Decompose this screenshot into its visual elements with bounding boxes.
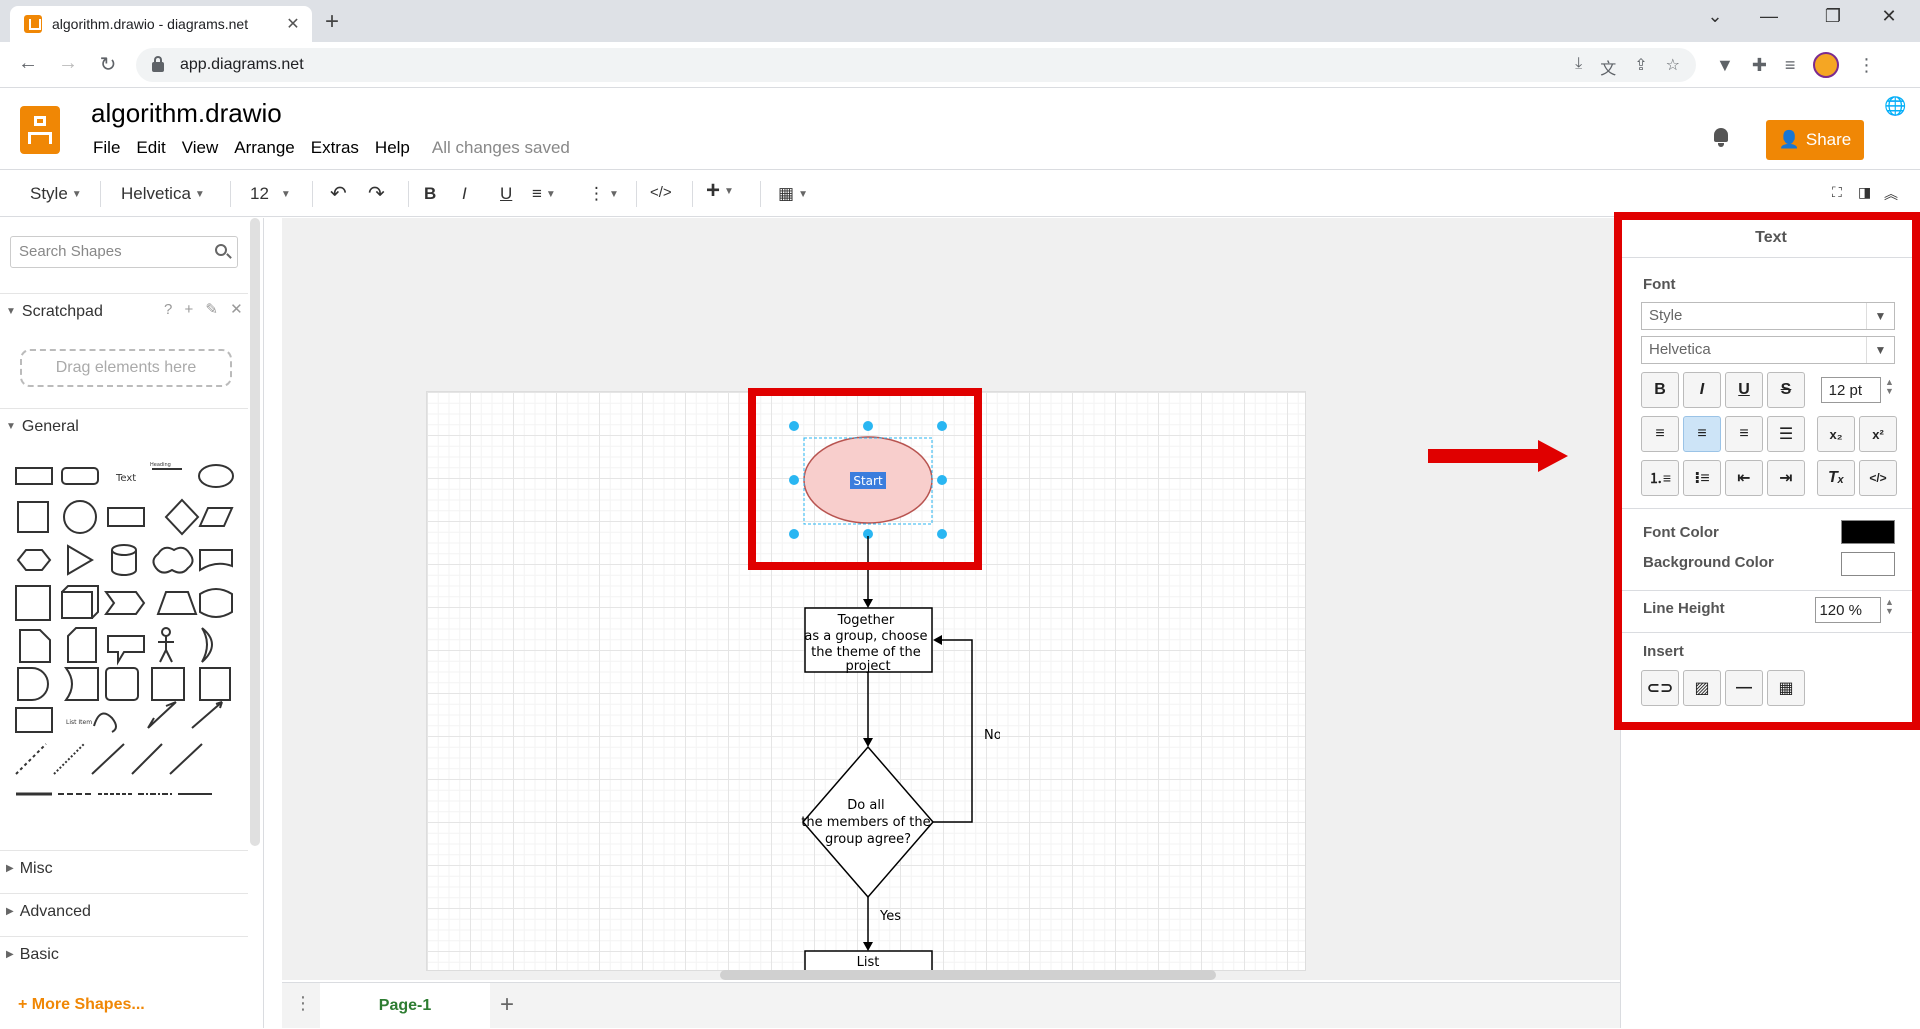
decision-line3[interactable]: group agree?: [825, 832, 911, 847]
share-button[interactable]: 👤 Share: [1766, 120, 1864, 160]
document-title[interactable]: algorithm.drawio: [91, 98, 282, 129]
highlight-start-shape: [748, 388, 982, 570]
save-status[interactable]: All changes saved: [424, 138, 578, 158]
general-shapes-palette[interactable]: Text Heading List Item: [12, 456, 242, 826]
shape-list-item-label: List Item: [66, 719, 92, 726]
back-icon[interactable]: ←: [14, 52, 42, 75]
undo-icon[interactable]: ↶: [330, 181, 347, 206]
page-tab-page-1[interactable]: Page-1: [320, 983, 490, 1029]
decision-line2[interactable]: the members of the: [801, 815, 930, 830]
menu-file[interactable]: File: [85, 138, 128, 158]
minimize-button[interactable]: —: [1746, 6, 1792, 27]
more-shapes-button[interactable]: + More Shapes...: [18, 996, 145, 1014]
forward-icon[interactable]: →: [54, 52, 82, 75]
redo-icon[interactable]: ↷: [368, 181, 385, 206]
format-panel-toggle-icon[interactable]: ◨: [1858, 184, 1871, 201]
scratchpad-dropzone[interactable]: Drag elements here: [20, 349, 232, 387]
pages-menu-icon[interactable]: ⋮: [294, 993, 312, 1014]
drawio-logo-icon[interactable]: [20, 106, 60, 154]
no-edge-label[interactable]: No: [984, 728, 1000, 743]
shape-text-label: Text: [115, 473, 136, 484]
html-code-button[interactable]: </>: [650, 184, 672, 201]
font-dropdown[interactable]: Helvetica ▼: [121, 184, 205, 204]
menu-extras[interactable]: Extras: [303, 138, 367, 158]
add-page-button[interactable]: +: [500, 991, 514, 1019]
restore-button[interactable]: ❐: [1810, 6, 1856, 27]
insert-dropdown[interactable]: + ▼: [706, 177, 734, 205]
search-shapes-input[interactable]: Search Shapes: [10, 236, 238, 268]
section-basic[interactable]: ▶ Basic: [0, 936, 248, 972]
step1-line3[interactable]: the theme of the: [811, 645, 921, 660]
step1-line1[interactable]: Together: [837, 613, 895, 628]
format-toolbar: Style ▼ Helvetica ▼ 12 ▼ ↶ ↷ B I U ≡ ▼ ⋮ ▼ </…: [0, 171, 1920, 217]
font-size-dropdown[interactable]: 12 ▼: [250, 184, 291, 204]
table-dropdown[interactable]: ▦ ▼: [778, 184, 808, 204]
scratchpad-tools[interactable]: ? + ✎ ✕: [164, 300, 247, 318]
profile-avatar[interactable]: [1813, 52, 1840, 78]
page-tab-bar: ⋮ Page-1 +: [282, 982, 1620, 1029]
new-tab-button[interactable]: +: [325, 8, 339, 36]
menu-edit[interactable]: Edit: [128, 138, 173, 158]
translate-icon[interactable]: 文: [1600, 55, 1616, 79]
annotation-arrow-head: [1538, 440, 1568, 472]
menu-help[interactable]: Help: [367, 138, 418, 158]
canvas-horizontal-scrollbar[interactable]: [720, 970, 1216, 980]
extension-v-icon[interactable]: ▼: [1716, 55, 1734, 76]
media-queue-icon[interactable]: ≡: [1785, 55, 1796, 76]
step1-line2[interactable]: as a group, choose: [804, 629, 927, 644]
section-general[interactable]: ▼ General: [0, 408, 248, 444]
url-text: app.diagrams.net: [180, 56, 304, 73]
decision-line1[interactable]: Do all: [847, 798, 884, 813]
bookmark-star-icon[interactable]: ☆: [1666, 55, 1680, 79]
shape-heading-label: Heading: [150, 462, 171, 468]
next-step-label[interactable]: List: [857, 955, 880, 970]
sidebar-scrollbar[interactable]: [250, 218, 260, 846]
lock-icon: [152, 56, 164, 72]
section-advanced[interactable]: ▶ Advanced: [0, 893, 248, 929]
tab-search-icon[interactable]: ⌄: [1692, 6, 1738, 27]
collapse-icon[interactable]: ︽: [1884, 184, 1898, 204]
share-label: Share: [1805, 130, 1852, 149]
format-more-dropdown[interactable]: ⋮ ▼: [588, 184, 619, 204]
underline-button[interactable]: U: [500, 184, 512, 204]
app-header: algorithm.drawio File Edit View Arrange …: [0, 88, 1920, 170]
align-dropdown[interactable]: ≡ ▼: [532, 184, 556, 204]
tab-close-icon[interactable]: ✕: [284, 14, 302, 34]
address-bar: ← → ↻ app.diagrams.net ⤓ 文 ⇪ ☆ ▼ ✚ ≡ ⋮: [0, 42, 1920, 88]
style-dropdown[interactable]: Style ▼: [30, 184, 82, 204]
bold-button[interactable]: B: [424, 184, 436, 204]
menu-arrange[interactable]: Arrange: [226, 138, 302, 158]
user-icon: 👤: [1778, 130, 1800, 149]
search-icon[interactable]: [215, 244, 227, 256]
tab-title: algorithm.drawio - diagrams.net: [52, 16, 249, 32]
menu-bar: File Edit View Arrange Extras Help All c…: [85, 138, 578, 158]
chrome-menu-icon[interactable]: ⋮: [1857, 55, 1875, 76]
extensions-puzzle-icon[interactable]: ✚: [1752, 55, 1767, 76]
browser-tab[interactable]: algorithm.drawio - diagrams.net ✕: [10, 6, 312, 42]
reload-icon[interactable]: ↻: [94, 52, 122, 77]
window-close-button[interactable]: ✕: [1866, 6, 1912, 27]
annotation-arrow-shaft: [1428, 449, 1540, 463]
highlight-format-panel: [1614, 212, 1920, 730]
browser-tab-bar: algorithm.drawio - diagrams.net ✕ + ⌄ — …: [0, 0, 1920, 42]
drawio-favicon-icon: [24, 15, 42, 33]
url-field[interactable]: app.diagrams.net ⤓ 文 ⇪ ☆: [136, 48, 1696, 82]
fullscreen-icon[interactable]: ⛶: [1832, 184, 1842, 201]
share-page-icon[interactable]: ⇪: [1634, 55, 1647, 79]
step1-line4[interactable]: project: [845, 659, 890, 674]
language-globe-icon[interactable]: 🌐: [1884, 96, 1906, 117]
italic-button[interactable]: I: [462, 184, 467, 204]
notification-bell-icon[interactable]: [1712, 128, 1730, 147]
section-misc[interactable]: ▶ Misc: [0, 850, 248, 886]
yes-edge-label[interactable]: Yes: [879, 909, 901, 924]
menu-view[interactable]: View: [174, 138, 227, 158]
install-icon[interactable]: ⤓: [1575, 55, 1582, 79]
